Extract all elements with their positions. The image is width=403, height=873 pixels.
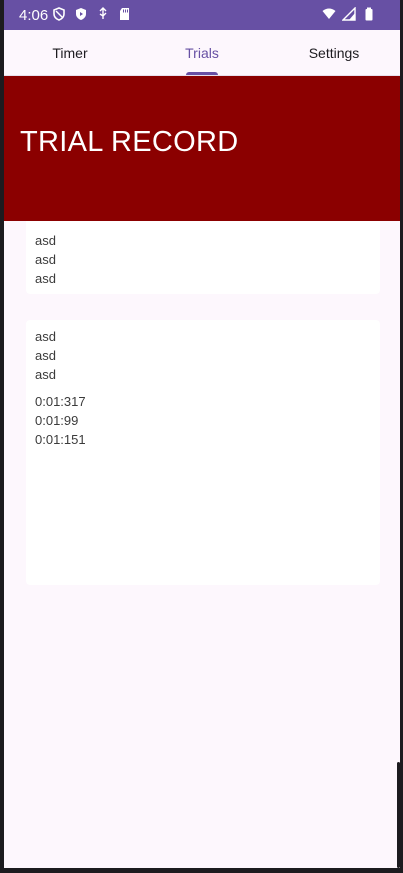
header-banner: TRIAL RECORD bbox=[4, 76, 400, 221]
time-text: 0:01:317 bbox=[35, 394, 86, 409]
time-text: 0:01:99 bbox=[35, 413, 79, 428]
battery-icon bbox=[362, 7, 376, 21]
name-text: asd bbox=[35, 329, 56, 344]
status-icons-left bbox=[52, 7, 132, 21]
wifi-icon bbox=[322, 7, 336, 21]
tab-bar: Timer Trials Settings bbox=[4, 30, 400, 76]
name-text: asd bbox=[35, 271, 56, 286]
name-list: asd asd asd bbox=[35, 231, 56, 288]
play-protect-icon bbox=[74, 7, 88, 21]
name-text: asd bbox=[35, 233, 56, 248]
time-text: 0:01:151 bbox=[35, 432, 86, 447]
name-text: asd bbox=[35, 252, 56, 267]
status-bar: 4:06 bbox=[4, 0, 400, 30]
page-title: TRIAL RECORD bbox=[20, 126, 239, 158]
cellular-signal-icon bbox=[342, 7, 356, 21]
name-list: asd asd asd bbox=[35, 327, 56, 384]
app-frame: 4:06 Timer Trials Settings TRIAL RECORD … bbox=[4, 0, 400, 868]
name-text: asd bbox=[35, 367, 56, 382]
trial-card[interactable]: asd asd asd 0:01:317 0:01:99 0:01:151 bbox=[26, 320, 380, 585]
tab-timer[interactable]: Timer bbox=[4, 30, 136, 75]
time-list: 0:01:317 0:01:99 0:01:151 bbox=[35, 392, 86, 449]
scroll-edge bbox=[397, 762, 400, 868]
sd-card-icon bbox=[118, 7, 132, 21]
usb-debug-icon bbox=[96, 7, 110, 21]
name-text: asd bbox=[35, 348, 56, 363]
vpn-shield-icon bbox=[52, 7, 66, 21]
status-icons-right bbox=[322, 7, 376, 21]
trial-card[interactable]: asd asd asd bbox=[26, 221, 380, 294]
tab-indicator bbox=[186, 72, 218, 75]
tab-trials[interactable]: Trials bbox=[136, 30, 268, 75]
status-time: 4:06 bbox=[19, 7, 49, 24]
tab-settings[interactable]: Settings bbox=[268, 30, 400, 75]
